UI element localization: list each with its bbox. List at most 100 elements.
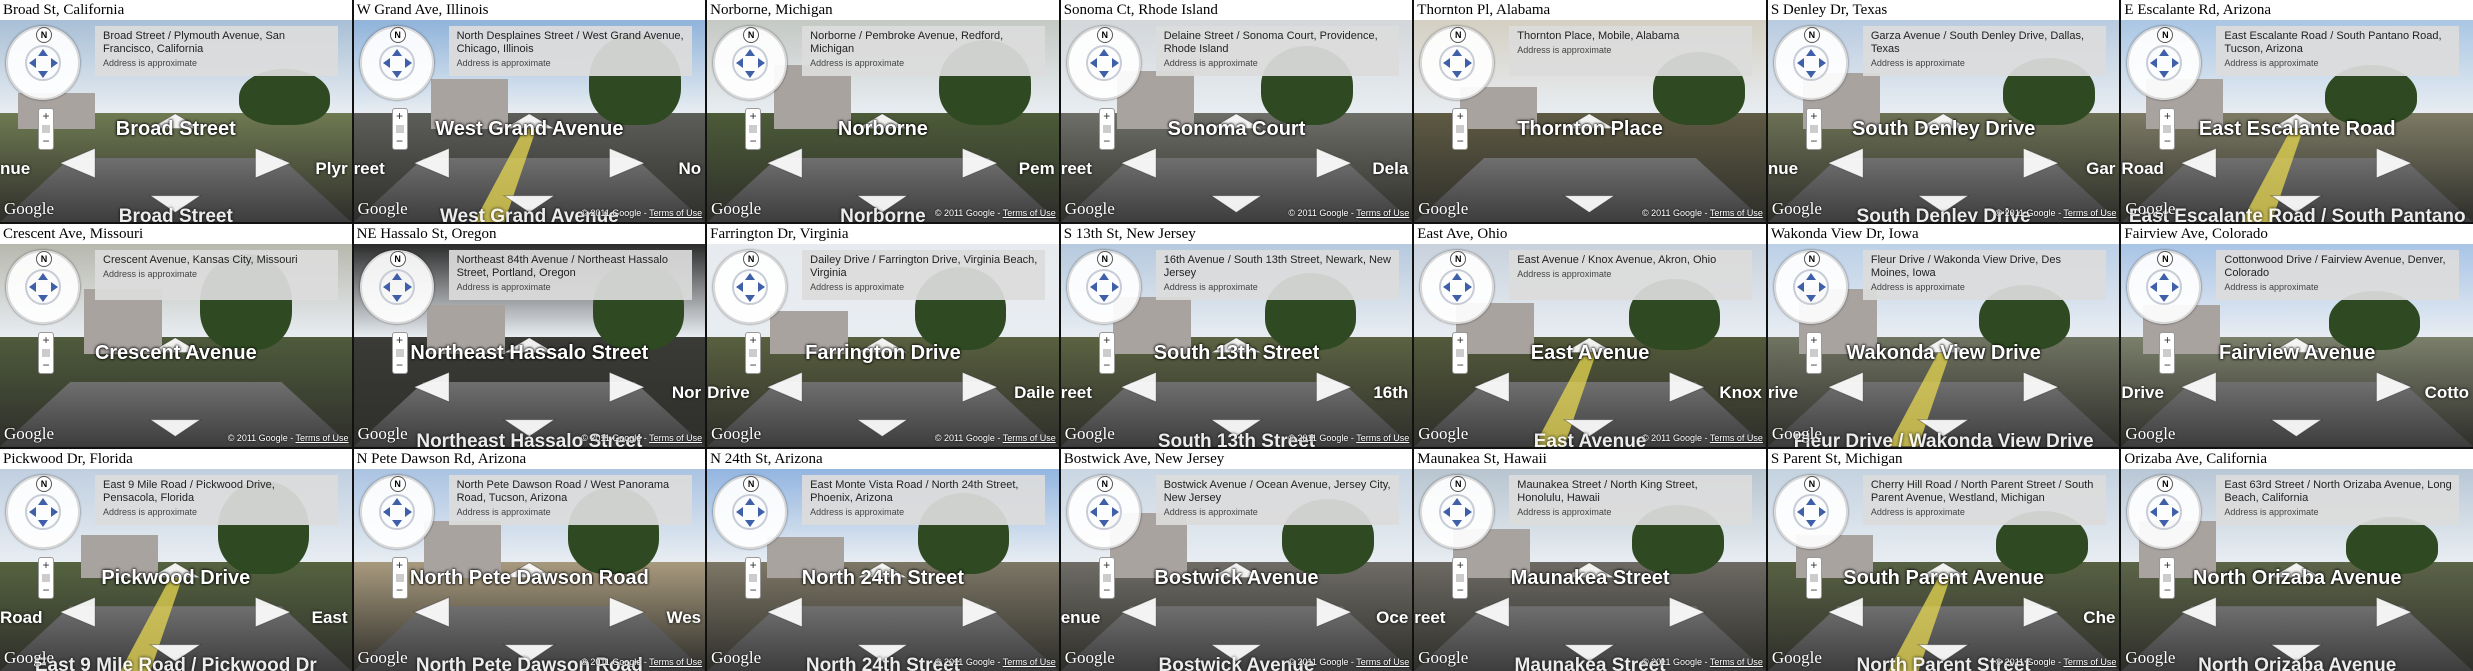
pan-up-icon[interactable] — [38, 273, 48, 281]
pan-left-icon[interactable] — [1443, 58, 1451, 68]
pan-right-icon[interactable] — [1111, 58, 1119, 68]
pan-right-icon[interactable] — [1818, 282, 1826, 293]
pan-right-icon[interactable] — [1465, 282, 1473, 293]
pan-left-icon[interactable] — [29, 282, 36, 293]
pan-right-icon[interactable] — [1465, 58, 1473, 68]
compass-control[interactable]: N — [6, 250, 80, 325]
pan-down-icon[interactable] — [2159, 295, 2170, 303]
pan-down-icon[interactable] — [391, 71, 402, 78]
pan-left-icon[interactable] — [1089, 506, 1097, 517]
pan-up-icon[interactable] — [1805, 497, 1816, 505]
pan-down-icon[interactable] — [1805, 71, 1816, 78]
side-street-label-right[interactable]: Cotto — [2425, 383, 2469, 403]
compass-control[interactable]: N — [1420, 474, 1495, 549]
pan-up-icon[interactable] — [1098, 49, 1109, 56]
pan-down-icon[interactable] — [1098, 519, 1109, 527]
compass-control[interactable]: N — [359, 26, 434, 100]
side-street-label-right[interactable]: East — [312, 608, 348, 628]
pan-left-icon[interactable] — [382, 506, 390, 517]
street-label[interactable]: South 13th Street — [1061, 342, 1413, 365]
street-label[interactable]: Sonoma Court — [1061, 118, 1413, 141]
pan-up-icon[interactable] — [1805, 49, 1816, 56]
street-view[interactable]: N + − East 63rd Street / North Orizaba Aven… — [2121, 468, 2473, 671]
street-view[interactable]: N + − Garza Avenue / South Denley Drive, Da… — [1767, 20, 2120, 223]
street-label[interactable]: North Orizaba Avenue — [2121, 567, 2473, 590]
pan-left-icon[interactable] — [1796, 58, 1804, 68]
street-view[interactable]: N + − East Escalante Road / South Pantano R… — [2121, 20, 2473, 223]
pan-down-icon[interactable] — [1098, 295, 1109, 303]
terms-of-use-link[interactable]: Terms of Use — [1003, 657, 1056, 667]
compass-control[interactable]: N — [713, 474, 788, 549]
pan-left-icon[interactable] — [2150, 282, 2158, 293]
street-label[interactable]: Northeast Hassalo Street — [354, 342, 706, 365]
street-label[interactable]: East Escalante Road — [2121, 118, 2473, 141]
pan-up-icon[interactable] — [391, 497, 402, 505]
pan-up-icon[interactable] — [2159, 497, 2170, 505]
side-street-label-right[interactable]: 16th — [1373, 383, 1408, 403]
pan-down-icon[interactable] — [1452, 519, 1463, 527]
pan-right-icon[interactable] — [1465, 506, 1473, 517]
street-label[interactable]: Thornton Place — [1414, 118, 1766, 141]
street-view[interactable]: N + − East 9 Mile Road / Pickwood Drive, Pe… — [0, 468, 352, 671]
compass-control[interactable]: N — [2127, 26, 2202, 100]
pan-down-icon[interactable] — [38, 71, 48, 78]
pan-down-icon[interactable] — [38, 295, 48, 303]
street-label[interactable]: Pickwood Drive — [0, 567, 352, 590]
pan-up-icon[interactable] — [1098, 497, 1109, 505]
compass-control[interactable]: N — [6, 474, 80, 549]
pan-down-icon[interactable] — [391, 519, 402, 527]
pan-down-icon[interactable] — [745, 295, 756, 303]
pan-down-icon[interactable] — [391, 295, 402, 303]
street-view[interactable]: N + − North Pete Dawson Road / West Panoram… — [353, 468, 706, 671]
street-view[interactable]: N + − Crescent Avenue, Kansas City, Missour… — [0, 244, 352, 447]
pan-up-icon[interactable] — [745, 49, 756, 56]
side-street-label-left[interactable]: reet — [1061, 159, 1092, 179]
pan-left-icon[interactable] — [736, 506, 744, 517]
side-street-label-left[interactable]: reet — [1414, 608, 1445, 628]
street-label[interactable]: Broad Street — [0, 118, 352, 141]
street-label[interactable]: Norborne — [707, 118, 1059, 141]
street-view[interactable]: N + − East Avenue / Knox Avenue, Akron, Ohi… — [1414, 244, 1766, 447]
pan-down-icon[interactable] — [745, 519, 756, 527]
pan-down-icon[interactable] — [38, 519, 48, 527]
pan-right-icon[interactable] — [2172, 282, 2180, 293]
pan-up-icon[interactable] — [2159, 49, 2170, 56]
pan-right-icon[interactable] — [404, 506, 412, 517]
street-view[interactable]: N + − Northeast 84th Avenue / Northeast Has… — [353, 244, 706, 447]
pan-right-icon[interactable] — [2172, 58, 2180, 68]
pan-left-icon[interactable] — [29, 58, 36, 68]
side-street-label-right[interactable]: Wes — [666, 608, 701, 628]
street-view[interactable]: N + − North Desplaines Street / West Grand … — [353, 20, 706, 223]
street-label[interactable]: Bostwick Avenue — [1061, 567, 1413, 590]
terms-of-use-link[interactable]: Terms of Use — [1356, 208, 1409, 218]
side-street-label-left[interactable]: Road — [2121, 159, 2164, 179]
pan-left-icon[interactable] — [1443, 506, 1451, 517]
compass-control[interactable]: N — [1773, 250, 1848, 325]
terms-of-use-link[interactable]: Terms of Use — [1356, 433, 1409, 443]
pan-left-icon[interactable] — [736, 58, 744, 68]
side-street-label-right[interactable]: Daile — [1014, 383, 1055, 403]
terms-of-use-link[interactable]: Terms of Use — [649, 208, 702, 218]
pan-left-icon[interactable] — [29, 506, 36, 517]
terms-of-use-link[interactable]: Terms of Use — [1356, 657, 1409, 667]
pan-left-icon[interactable] — [1089, 58, 1097, 68]
street-label[interactable]: South Parent Avenue — [1768, 567, 2120, 590]
street-view[interactable]: N + − Broad Street / Plymouth Avenue, San F… — [0, 20, 352, 223]
pan-right-icon[interactable] — [758, 282, 766, 293]
pan-down-icon[interactable] — [1452, 295, 1463, 303]
pan-right-icon[interactable] — [1111, 506, 1119, 517]
street-label[interactable]: Crescent Avenue — [0, 342, 352, 365]
street-label[interactable]: South Denley Drive — [1768, 118, 2120, 141]
street-label[interactable]: North 24th Street — [707, 567, 1059, 590]
pan-up-icon[interactable] — [1805, 273, 1816, 281]
street-view[interactable]: N + − Cherry Hill Road / North Parent Stree… — [1767, 468, 2120, 671]
side-street-label-right[interactable]: Plyr — [315, 159, 347, 179]
street-view[interactable]: N + − Delaine Street / Sonoma Court, Provid… — [1060, 20, 1413, 223]
side-street-label-right[interactable]: Che — [2083, 608, 2115, 628]
pan-right-icon[interactable] — [758, 506, 766, 517]
compass-control[interactable]: N — [713, 250, 788, 325]
side-street-label-left[interactable]: rive — [1768, 383, 1798, 403]
pan-left-icon[interactable] — [736, 282, 744, 293]
terms-of-use-link[interactable]: Terms of Use — [2063, 657, 2116, 667]
pan-left-icon[interactable] — [1796, 506, 1804, 517]
